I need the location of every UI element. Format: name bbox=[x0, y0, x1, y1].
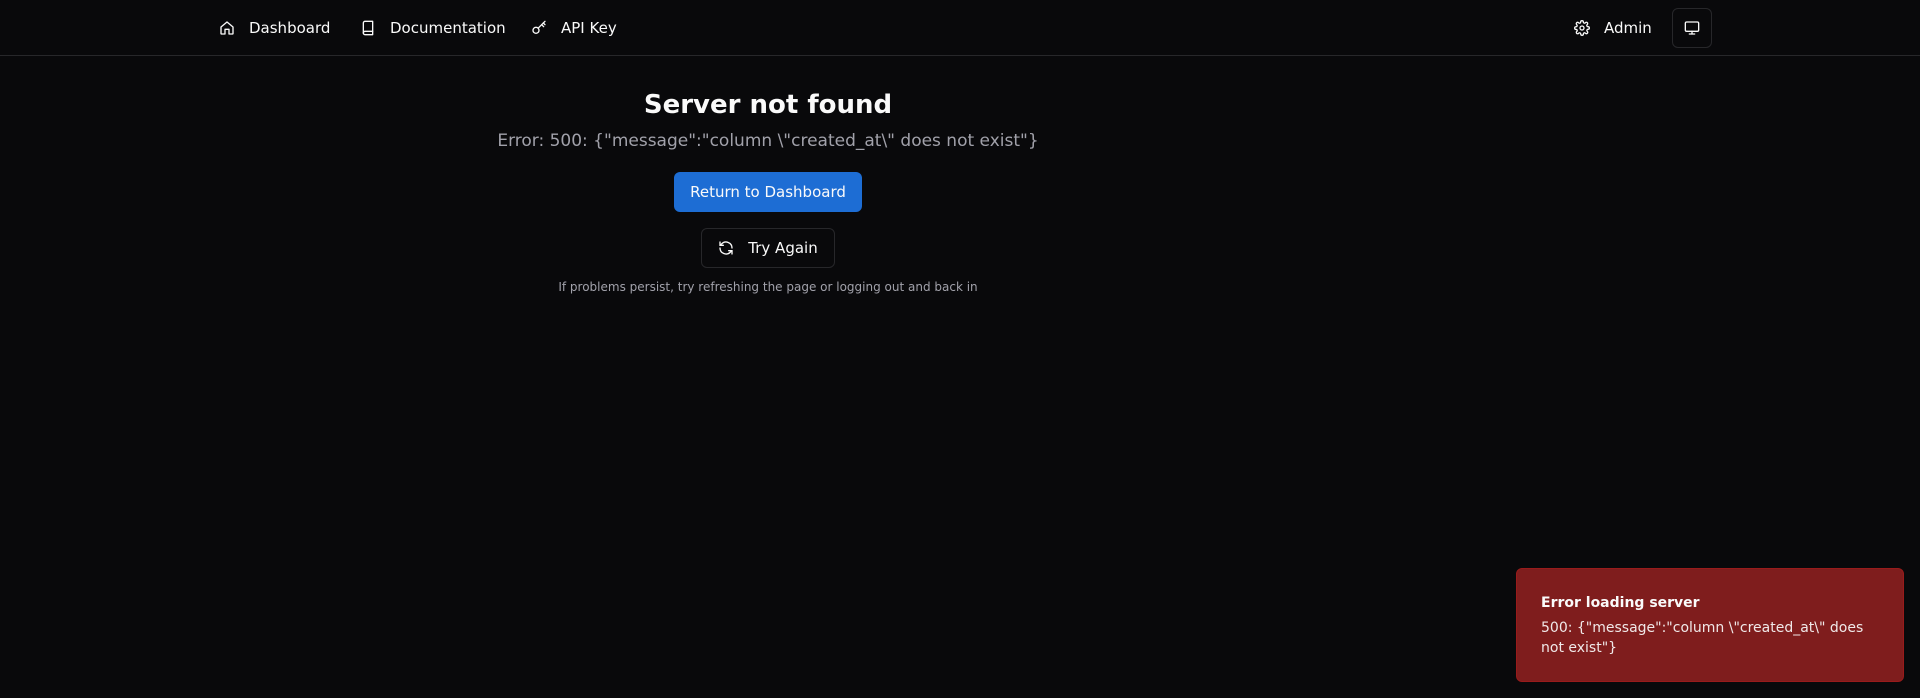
try-again-button[interactable]: Try Again bbox=[701, 228, 835, 268]
nav-admin-link[interactable]: Admin bbox=[1574, 0, 1652, 56]
key-icon bbox=[531, 20, 547, 36]
nav-documentation-label: Documentation bbox=[390, 19, 506, 37]
return-to-dashboard-button[interactable]: Return to Dashboard bbox=[674, 172, 862, 212]
book-icon bbox=[360, 20, 376, 36]
error-toast[interactable]: Error loading server 500: {"message":"co… bbox=[1516, 568, 1904, 682]
top-navigation-bar: Dashboard Documentation API Key Admin bbox=[0, 0, 1920, 56]
help-hint-text: If problems persist, try refreshing the … bbox=[558, 280, 978, 294]
toast-title: Error loading server bbox=[1541, 595, 1700, 611]
page-title: Server not found bbox=[643, 90, 893, 120]
monitor-icon bbox=[1684, 20, 1700, 36]
home-icon bbox=[219, 20, 235, 36]
nav-api-key-link[interactable]: API Key bbox=[531, 0, 617, 56]
toast-description: 500: {"message":"column \"created_at\" d… bbox=[1541, 620, 1864, 656]
nav-dashboard-label: Dashboard bbox=[249, 19, 331, 37]
theme-toggle-button[interactable] bbox=[1672, 8, 1712, 48]
error-message: Error: 500: {"message":"column \"created… bbox=[497, 131, 1039, 151]
refresh-icon bbox=[718, 240, 734, 256]
nav-documentation-link[interactable]: Documentation bbox=[360, 0, 506, 56]
error-content: Server not found Error: 500: {"message":… bbox=[0, 56, 1536, 294]
try-again-label: Try Again bbox=[748, 239, 818, 257]
nav-dashboard-link[interactable]: Dashboard bbox=[219, 0, 330, 56]
nav-admin-label: Admin bbox=[1604, 19, 1652, 37]
nav-api-key-label: API Key bbox=[561, 19, 617, 37]
gear-icon bbox=[1574, 20, 1590, 36]
